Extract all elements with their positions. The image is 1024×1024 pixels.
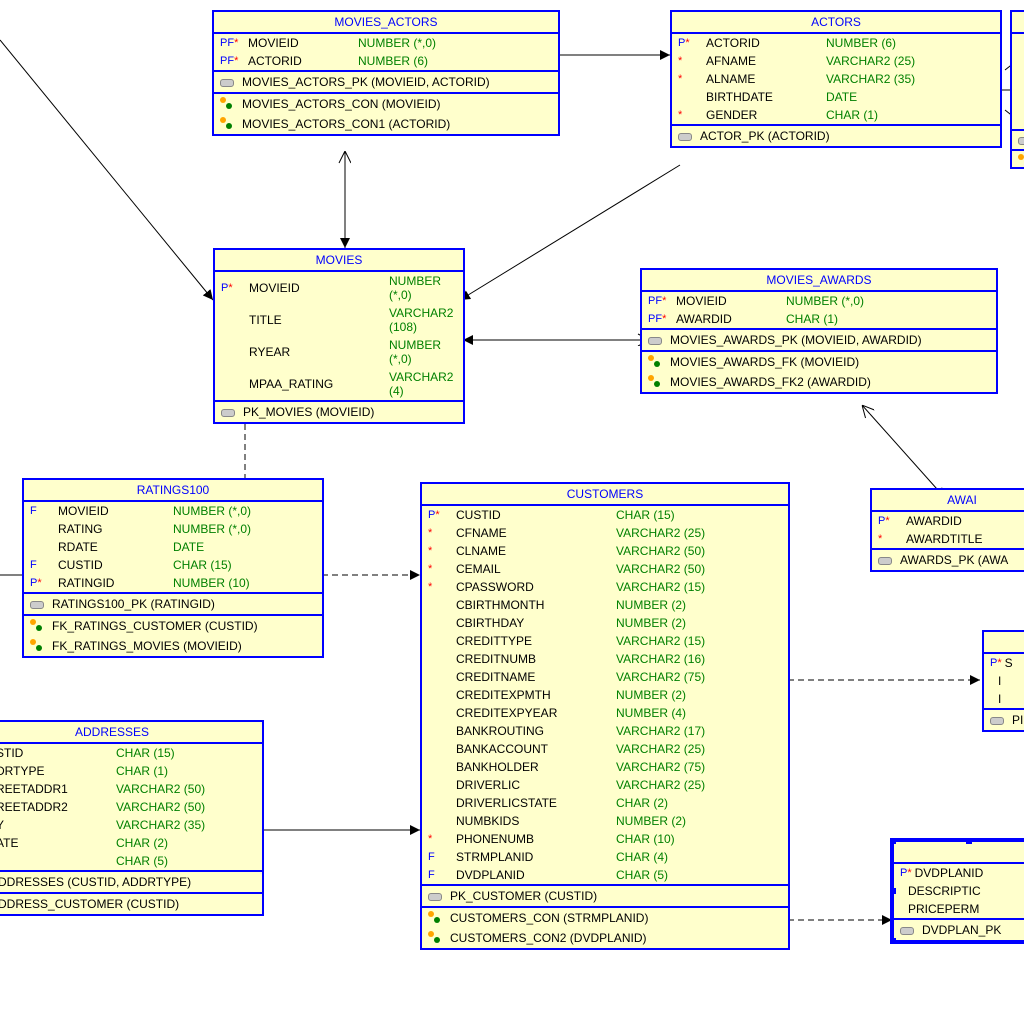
column-row: PF*ACTORIDNUMBER (6) [214,52,558,70]
fk-row: MOVIES_AWARDS_FK2 (AWARDID) [642,372,996,392]
column-row: NUMBKIDSNUMBER (2) [422,812,788,830]
column-row: *GENDERCHAR (1) [672,106,1000,124]
fk-icon [220,117,238,131]
pk-icon [648,334,666,346]
columns-section: PF*MOVIEIDNUMBER (*,0)PF*ACTORIDNUMBER (… [214,34,558,72]
column-row: TITLEVARCHAR2 (108) [215,304,463,336]
column-row: FSTRMPLANIDCHAR (4) [422,848,788,866]
fk-row: FK_RATINGS_CUSTOMER (CUSTID) [24,616,322,636]
column-row: P*CUSTIDCHAR (15) [422,506,788,524]
column-row: CBIRTHDAYNUMBER (2) [422,614,788,632]
pk-icon [990,714,1008,726]
column-row: P*MOVIEIDNUMBER (*,0) [215,272,463,304]
pk-icon [1018,134,1024,146]
column-row: FMOVIEIDNUMBER (*,0) [24,502,322,520]
entity-ratings100[interactable]: RATINGS100 FMOVIEIDNUMBER (*,0)RATINGNUM… [22,478,324,658]
column-row: PF*AWARDIDCHAR (1) [642,310,996,328]
column-row: BIRTHDATEDATE [672,88,1000,106]
entity-partial-top[interactable] [1010,10,1024,169]
fk-icon [220,97,238,111]
column-row: BANKHOLDERVARCHAR2 (75) [422,758,788,776]
column-row: RDATEDATE [24,538,322,556]
entity-customers[interactable]: CUSTOMERS P*CUSTIDCHAR (15)*CFNAMEVARCHA… [420,482,790,950]
column-row: *CLNAMEVARCHAR2 (50) [422,542,788,560]
fk-icon [1018,154,1024,168]
entity-dvdplan[interactable]: P*DVDPLANIDDESCRIPTICPRICEPERM DVDPLAN_P… [892,840,1024,942]
entity-movies[interactable]: MOVIES P*MOVIEIDNUMBER (*,0)TITLEVARCHAR… [213,248,465,424]
column-row: FDVDPLANIDCHAR (5) [422,866,788,884]
fk-row: MOVIES_AWARDS_FK (MOVIEID) [642,352,996,372]
column-row: DRTYPECHAR (1) [0,762,262,780]
column-row: P*AWARDID [872,512,1024,530]
column-row: CREDITEXPYEARNUMBER (4) [422,704,788,722]
pk-icon [221,406,239,418]
column-row: *CPASSWORDVARCHAR2 (15) [422,578,788,596]
column-row: ATECHAR (2) [0,834,262,852]
column-row: CREDITNUMBVARCHAR2 (16) [422,650,788,668]
fk-icon [648,355,666,369]
column-row: CREDITNAMEVARCHAR2 (75) [422,668,788,686]
pk-icon [678,130,696,142]
fk-icon [428,931,446,945]
column-row: *PHONENUMBCHAR (10) [422,830,788,848]
column-row: CREDITTYPEVARCHAR2 (15) [422,632,788,650]
column-row: MPAA_RATINGVARCHAR2 (4) [215,368,463,400]
column-row: REETADDR1VARCHAR2 (50) [0,780,262,798]
column-row: PF*MOVIEIDNUMBER (*,0) [642,292,996,310]
entity-strmplan[interactable]: P*SII PI [982,630,1024,732]
column-row: *AWARDTITLE [872,530,1024,548]
column-row: *AFNAMEVARCHAR2 (25) [672,52,1000,70]
column-row: *ALNAMEVARCHAR2 (35) [672,70,1000,88]
entity-movies-actors[interactable]: MOVIES_ACTORS PF*MOVIEIDNUMBER (*,0)PF*A… [212,10,560,136]
column-row: BANKROUTINGVARCHAR2 (17) [422,722,788,740]
fk-row: ADDRESS_CUSTOMER (CUSTID) [0,894,262,914]
column-row: DRIVERLICSTATECHAR (2) [422,794,788,812]
column-row: CBIRTHMONTHNUMBER (2) [422,596,788,614]
column-row: REETADDR2VARCHAR2 (50) [0,798,262,816]
entity-awards[interactable]: AWAI P*AWARDID*AWARDTITLE AWARDS_PK (AWA [870,488,1024,572]
pk-icon [900,924,918,936]
column-row: CHAR (5) [0,852,262,870]
column-row: I [984,690,1024,708]
column-row: BANKACCOUNTVARCHAR2 (25) [422,740,788,758]
column-row: DESCRIPTIC [894,882,1024,900]
fk-icon [648,375,666,389]
column-row: PF*MOVIEIDNUMBER (*,0) [214,34,558,52]
column-row: STIDCHAR (15) [0,744,262,762]
column-row: FCUSTIDCHAR (15) [24,556,322,574]
fk-icon [428,911,446,925]
fk-row: FK_RATINGS_MOVIES (MOVIEID) [24,636,322,656]
fk-icon [30,619,48,633]
column-row: P*RATINGIDNUMBER (10) [24,574,322,592]
column-row: I [984,672,1024,690]
pk-icon [878,554,896,566]
column-row: P*DVDPLANID [894,864,1024,882]
entity-actors[interactable]: ACTORS P*ACTORIDNUMBER (6)*AFNAMEVARCHAR… [670,10,1002,148]
fk-icon [30,639,48,653]
column-row: P*ACTORIDNUMBER (6) [672,34,1000,52]
column-row: DRIVERLICVARCHAR2 (25) [422,776,788,794]
column-row: P*S [984,654,1024,672]
column-row: RATINGNUMBER (*,0) [24,520,322,538]
entity-title: MOVIES_ACTORS [214,12,558,34]
fk-row: CUSTOMERS_CON2 (DVDPLANID) [422,928,788,948]
column-row: PRICEPERM [894,900,1024,918]
fk-row: MOVIES_ACTORS_CON (MOVIEID) [214,94,558,114]
pk-icon [428,890,446,902]
entity-movies-awards[interactable]: MOVIES_AWARDS PF*MOVIEIDNUMBER (*,0)PF*A… [640,268,998,394]
column-row: *CEMAILVARCHAR2 (50) [422,560,788,578]
entity-addresses[interactable]: ADDRESSES STIDCHAR (15)DRTYPECHAR (1)REE… [0,720,264,916]
pk-icon [220,76,238,88]
column-row: CREDITEXPMTHNUMBER (2) [422,686,788,704]
fk-row: CUSTOMERS_CON (STRMPLANID) [422,908,788,928]
column-row: YVARCHAR2 (35) [0,816,262,834]
column-row: RYEARNUMBER (*,0) [215,336,463,368]
column-row: *CFNAMEVARCHAR2 (25) [422,524,788,542]
fk-row: MOVIES_ACTORS_CON1 (ACTORID) [214,114,558,134]
pk-icon [30,598,48,610]
